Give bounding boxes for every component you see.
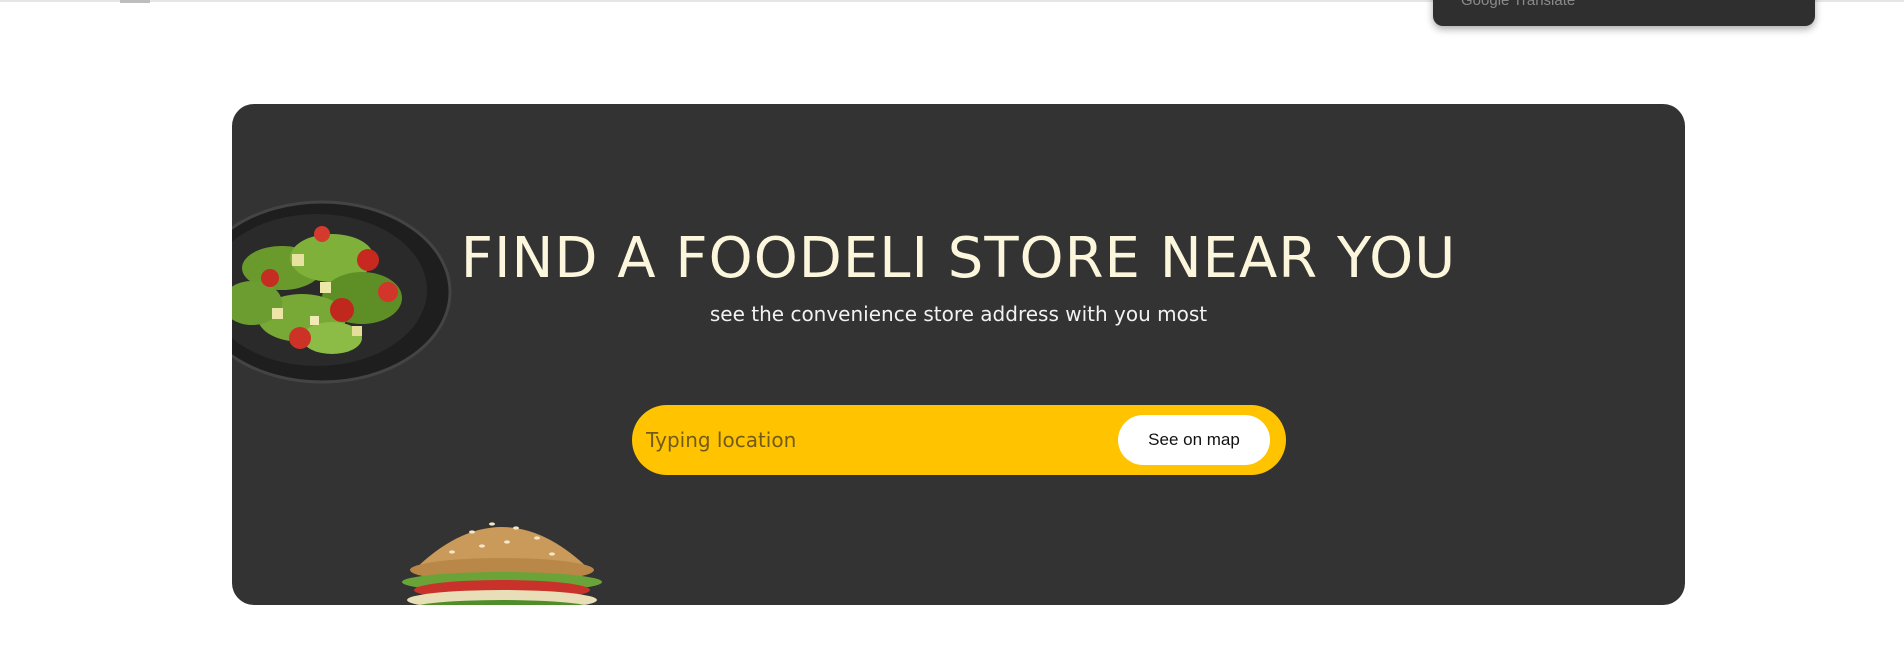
store-finder-title: FIND A FOODELI STORE NEAR YOU (460, 226, 1457, 291)
burger-image (402, 522, 602, 605)
store-finder-subtitle: see the convenience store address with y… (709, 302, 1208, 326)
location-input[interactable] (646, 417, 1106, 463)
page: Google Translate FIND A FOODELI STORE NE… (0, 0, 1904, 670)
google-translate-widget[interactable]: Google Translate (1433, 0, 1815, 26)
see-on-map-button[interactable]: See on map (1118, 415, 1270, 465)
location-search-bar: See on map (632, 405, 1286, 475)
store-finder-card: FIND A FOODELI STORE NEAR YOU see the co… (232, 104, 1685, 605)
translate-widget-label: Google Translate (1461, 0, 1576, 9)
logo-fragment (120, 0, 150, 3)
